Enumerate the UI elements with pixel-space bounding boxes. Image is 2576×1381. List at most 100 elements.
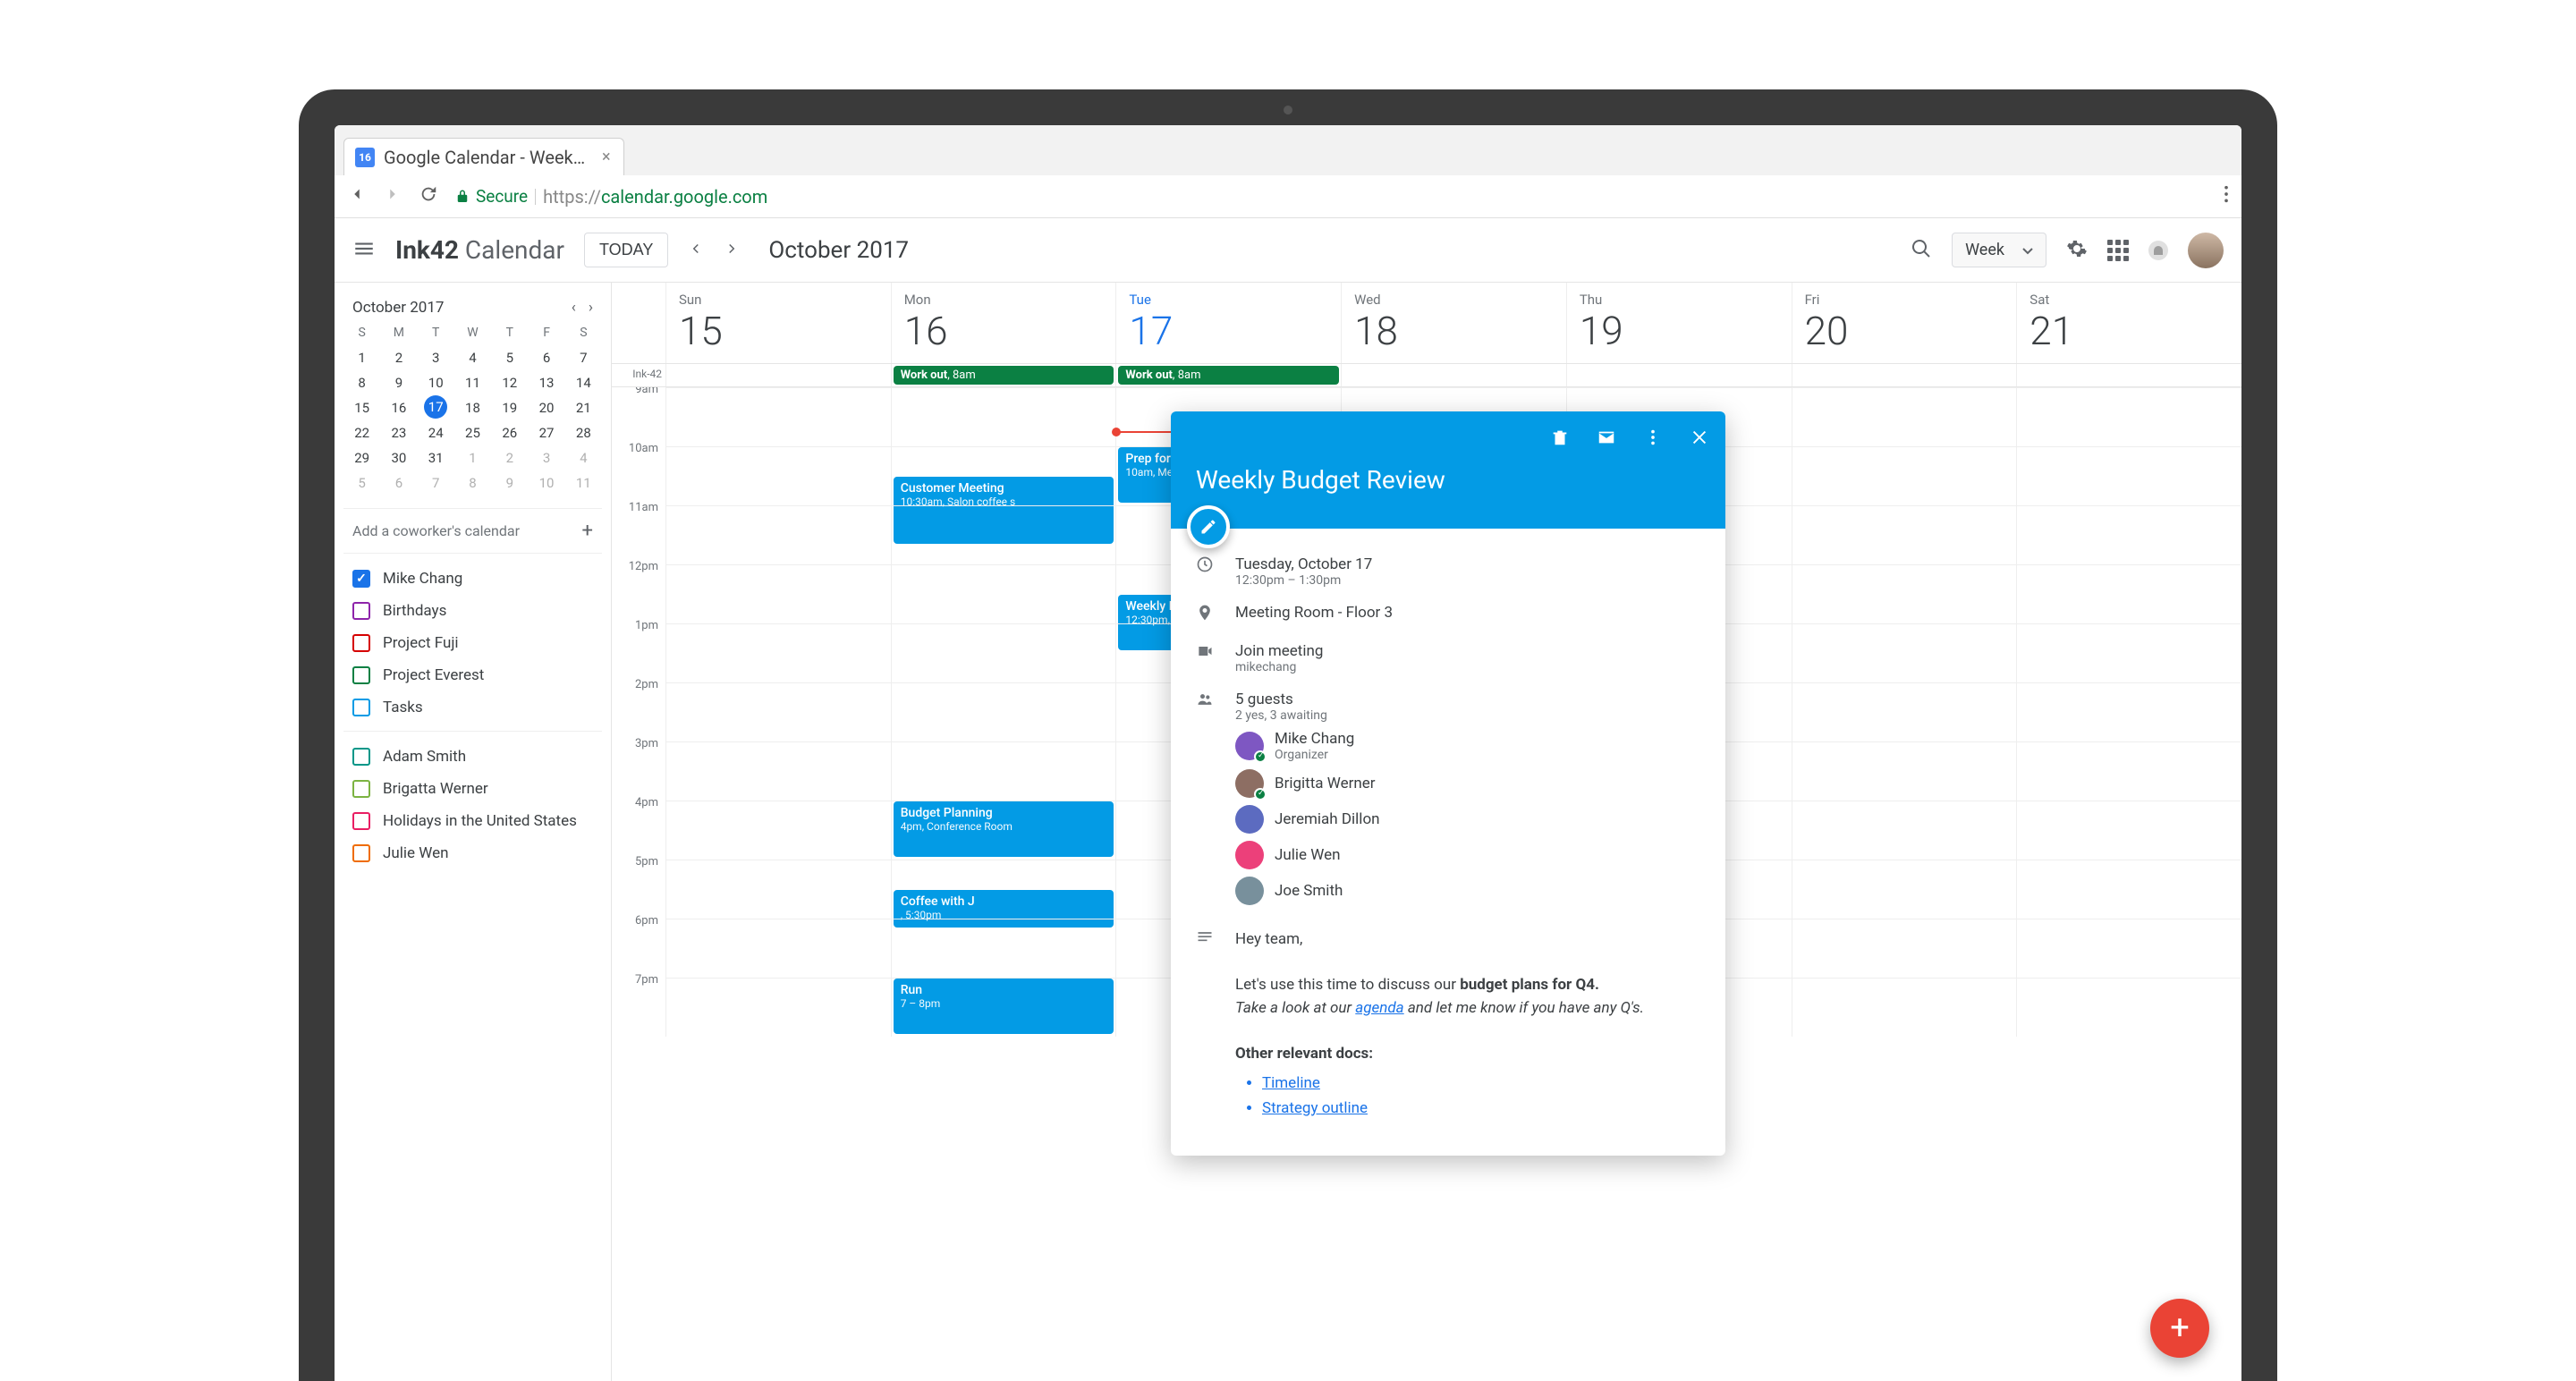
calendar-label: Brigatta Werner bbox=[383, 780, 488, 798]
calendar-toggle[interactable]: Project Everest bbox=[343, 659, 602, 691]
guest-avatar bbox=[1235, 805, 1264, 834]
allday-label: Ink-42 bbox=[612, 364, 665, 386]
prev-period-icon[interactable] bbox=[688, 241, 704, 260]
next-period-icon[interactable] bbox=[724, 241, 740, 260]
calendar-toggle[interactable]: Birthdays bbox=[343, 595, 602, 627]
calendar-grid: Sun15Mon16Tue17Wed18Thu19Fri20Sat21 Ink-… bbox=[612, 283, 2241, 1381]
day-header[interactable]: Wed18 bbox=[1341, 283, 1566, 363]
guest-name: Jeremiah Dillon bbox=[1275, 810, 1380, 828]
clock-icon bbox=[1196, 555, 1217, 588]
day-header[interactable]: Sat21 bbox=[2016, 283, 2241, 363]
lock-icon bbox=[454, 189, 470, 205]
browser-addressbar: Secure https://calendar.google.com bbox=[335, 175, 2241, 218]
day-header[interactable]: Sun15 bbox=[665, 283, 891, 363]
calendar-label: Tasks bbox=[383, 699, 423, 716]
view-label: Week bbox=[1965, 241, 2004, 259]
checkbox-icon bbox=[352, 570, 370, 588]
checkbox-icon bbox=[352, 699, 370, 716]
day-header[interactable]: Fri20 bbox=[1792, 283, 2017, 363]
calendar-label: Project Fuji bbox=[383, 634, 459, 652]
user-avatar[interactable] bbox=[2188, 233, 2224, 268]
calendar-label: Mike Chang bbox=[383, 570, 462, 588]
day-header[interactable]: Thu19 bbox=[1566, 283, 1792, 363]
guest-avatar bbox=[1235, 841, 1264, 869]
close-tab-icon[interactable]: × bbox=[602, 148, 611, 166]
plus-icon: + bbox=[582, 520, 593, 542]
view-dropdown[interactable]: Week bbox=[1952, 233, 2046, 267]
today-button[interactable]: TODAY bbox=[584, 233, 668, 267]
calendar-label: Birthdays bbox=[383, 602, 446, 620]
guest-row: Julie Wen bbox=[1235, 841, 1700, 869]
guest-row: Jeremiah Dillon bbox=[1235, 805, 1700, 834]
sidebar: October 2017 ‹ › SMTWTFS 123456789101112… bbox=[335, 283, 612, 1381]
calendar-toggle[interactable]: Adam Smith bbox=[343, 741, 602, 773]
calendar-label: Julie Wen bbox=[383, 844, 448, 862]
calendar-event[interactable]: Budget Planning4pm, Conference Room bbox=[894, 801, 1114, 857]
mail-icon[interactable] bbox=[1597, 428, 1616, 451]
calendar-toggle[interactable]: Holidays in the United States bbox=[343, 805, 602, 837]
secure-badge: Secure bbox=[454, 186, 528, 207]
location-icon bbox=[1196, 604, 1217, 626]
checkbox-icon bbox=[352, 844, 370, 862]
doc-link[interactable]: Strategy outline bbox=[1262, 1097, 1700, 1121]
browser-tabbar: 16 Google Calendar - Week of Oc × bbox=[335, 125, 2241, 175]
mini-prev-icon[interactable]: ‹ bbox=[572, 299, 576, 317]
event-allday[interactable]: Work out, 8am bbox=[1118, 366, 1339, 385]
delete-icon[interactable] bbox=[1550, 428, 1570, 451]
calendar-toggle[interactable]: Project Fuji bbox=[343, 627, 602, 659]
search-icon[interactable] bbox=[1911, 238, 1932, 263]
mini-calendar[interactable]: SMTWTFS 12345678910111213141516171819202… bbox=[343, 326, 602, 496]
event-allday[interactable]: Work out, 8am bbox=[894, 366, 1114, 385]
back-icon[interactable] bbox=[347, 184, 367, 209]
more-icon[interactable] bbox=[1643, 428, 1663, 451]
tab-title: Google Calendar - Week of Oc bbox=[384, 147, 589, 168]
edit-event-button[interactable] bbox=[1187, 505, 1230, 548]
day-header[interactable]: Tue17 bbox=[1115, 283, 1341, 363]
description-icon bbox=[1196, 928, 1217, 1122]
event-title: Weekly Budget Review bbox=[1196, 465, 1700, 495]
header-date: October 2017 bbox=[768, 237, 909, 264]
checkbox-icon bbox=[352, 634, 370, 652]
hamburger-icon[interactable] bbox=[352, 237, 376, 264]
notifications-icon[interactable] bbox=[2148, 241, 2168, 260]
checkbox-icon bbox=[352, 812, 370, 830]
join-meeting-link[interactable]: Join meeting bbox=[1235, 642, 1700, 660]
browser-menu-icon[interactable] bbox=[2224, 184, 2229, 209]
url-text: https://calendar.google.com bbox=[543, 186, 767, 208]
guest-count: 5 guests bbox=[1235, 690, 1700, 708]
guest-name: Joe Smith bbox=[1275, 882, 1343, 900]
checkbox-icon bbox=[352, 602, 370, 620]
reload-icon[interactable] bbox=[419, 184, 438, 209]
browser-tab[interactable]: 16 Google Calendar - Week of Oc × bbox=[343, 138, 624, 175]
event-date: Tuesday, October 17 bbox=[1235, 555, 1700, 573]
calendar-label: Project Everest bbox=[383, 666, 484, 684]
guest-name: Julie Wen bbox=[1275, 846, 1340, 864]
add-coworker-input[interactable]: Add a coworker's calendar + bbox=[343, 508, 602, 554]
url-field[interactable]: Secure https://calendar.google.com bbox=[454, 186, 2207, 208]
calendar-toggle[interactable]: Brigatta Werner bbox=[343, 773, 602, 805]
guest-name: Mike Chang bbox=[1275, 730, 1354, 748]
gear-icon[interactable] bbox=[2066, 238, 2088, 263]
app-brand: Ink42 Calendar bbox=[395, 235, 564, 265]
video-icon bbox=[1196, 642, 1217, 674]
guest-avatar bbox=[1235, 877, 1264, 905]
checkbox-icon bbox=[352, 748, 370, 766]
close-icon[interactable] bbox=[1690, 428, 1709, 451]
people-icon bbox=[1196, 690, 1217, 912]
doc-link[interactable]: Timeline bbox=[1262, 1072, 1700, 1096]
mini-next-icon[interactable]: › bbox=[589, 299, 593, 317]
guest-row: Brigitta Werner bbox=[1235, 769, 1700, 798]
chevron-down-icon bbox=[2022, 241, 2033, 259]
forward-icon[interactable] bbox=[383, 184, 402, 209]
calendar-toggle[interactable]: Mike Chang bbox=[343, 563, 602, 595]
create-event-fab[interactable]: + bbox=[2150, 1299, 2209, 1358]
event-details-popover: Weekly Budget Review Tuesday, October 17… bbox=[1171, 411, 1725, 1156]
calendar-toggle[interactable]: Tasks bbox=[343, 691, 602, 724]
calendar-toggle[interactable]: Julie Wen bbox=[343, 837, 602, 869]
guest-name: Brigitta Werner bbox=[1275, 775, 1376, 792]
mini-calendar-title: October 2017 bbox=[352, 299, 444, 317]
day-header[interactable]: Mon16 bbox=[891, 283, 1116, 363]
apps-icon[interactable] bbox=[2107, 240, 2129, 261]
calendar-event[interactable]: Run7 – 8pm bbox=[894, 979, 1114, 1034]
event-description: Hey team, Let's use this time to discuss… bbox=[1235, 928, 1700, 1122]
